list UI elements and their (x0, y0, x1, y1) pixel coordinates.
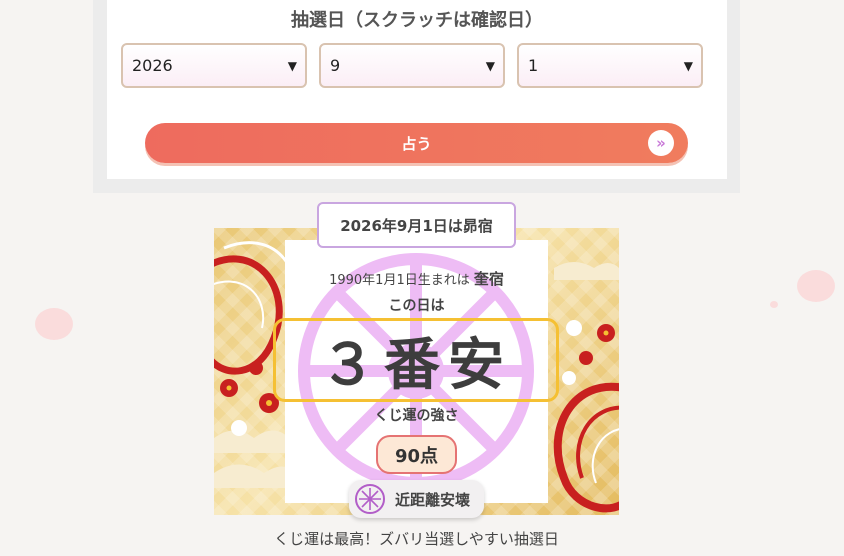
relation-badge: 近距離安壊 (349, 480, 484, 518)
dharma-wheel-icon (355, 484, 385, 514)
rank-value: ３番安 (320, 332, 512, 398)
day-label: この日は (388, 298, 445, 314)
rank-display: ３番安 (273, 318, 559, 402)
day-select[interactable]: 1 ▼ (517, 43, 703, 88)
month-select[interactable]: 9 ▼ (319, 43, 505, 88)
birth-mansion-line: 1990年1月1日生まれは 奎宿 (285, 268, 548, 289)
chevron-down-icon: ▼ (287, 58, 297, 73)
relation-label: 近距離安壊 (395, 490, 471, 509)
submit-label: 占う (401, 134, 432, 153)
chevron-down-icon: ▼ (485, 58, 495, 73)
chevron-down-icon: ▼ (683, 58, 693, 73)
double-chevron-right-icon: » (648, 130, 674, 156)
draw-date-label: 抽選日（スクラッチは確認日） (291, 10, 543, 31)
luck-strength-label: くじ運の強さ (374, 408, 459, 424)
draw-date-badge: 2026年9月1日は昴宿 (317, 202, 516, 248)
luck-score-badge: 90点 (376, 435, 457, 474)
year-value: 2026 (132, 56, 173, 75)
fortune-submit-button[interactable]: 占う » (145, 123, 688, 163)
day-value: 1 (528, 56, 539, 75)
fortune-summary: くじ運は最高！ズバリ当選しやすい抽選日 (274, 530, 559, 548)
birth-mansion: 奎宿 (473, 270, 504, 288)
decorative-dot-right (797, 270, 835, 302)
year-select[interactable]: 2026 ▼ (121, 43, 307, 88)
decorative-dot-left (35, 308, 73, 340)
birth-prefix: 1990年1月1日生まれは (329, 273, 470, 288)
month-value: 9 (330, 56, 341, 75)
decorative-dot-small (770, 301, 778, 308)
